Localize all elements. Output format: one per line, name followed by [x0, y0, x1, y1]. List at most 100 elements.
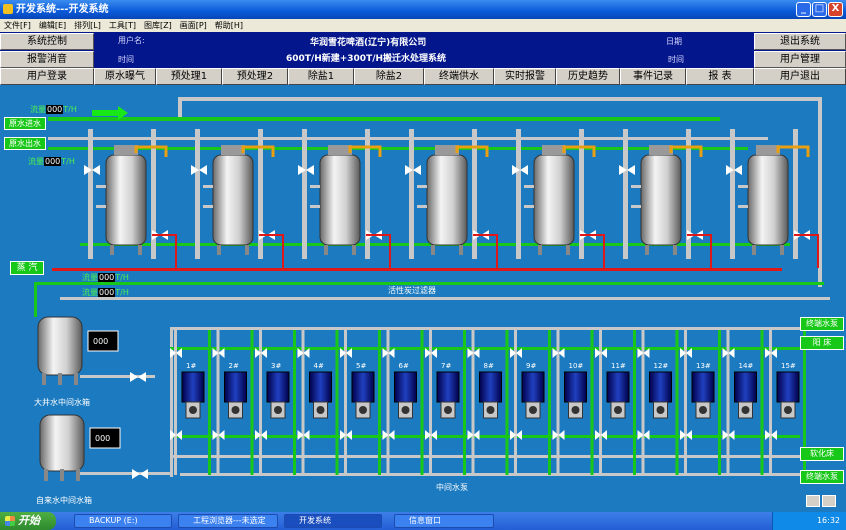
intermediate-pump[interactable] — [467, 330, 509, 475]
intermediate-pump[interactable] — [382, 330, 424, 475]
flow-value-2: 000 — [44, 157, 62, 166]
menu-screen[interactable]: 画面[P] — [176, 19, 211, 32]
flow-value-3: 000 — [98, 273, 116, 282]
flow-unit-3: T/H — [115, 273, 129, 282]
time-label: 时间 — [118, 55, 134, 64]
company-name: 华润雪花啤酒(辽宁)有限公司 — [310, 38, 427, 48]
intermediate-pump[interactable] — [680, 330, 721, 475]
exit-system-button[interactable]: 退出系统 — [754, 33, 846, 50]
start-button[interactable]: 开始 — [0, 512, 56, 530]
nav-desalt-2[interactable]: 除盐2 — [354, 68, 424, 85]
nav-report[interactable]: 报 表 — [686, 68, 754, 85]
intermediate-pump[interactable] — [510, 330, 551, 475]
intermediate-pump[interactable] — [595, 330, 636, 475]
hmi-window: 开发系统---开发系统 _ □ X 文件[F] 编辑[E] 排列[L] 工具[T] 图库… — [0, 0, 846, 530]
nav-event-log[interactable]: 事件记录 — [620, 68, 686, 85]
menu-arrange[interactable]: 排列[L] — [70, 19, 105, 32]
intermediate-pump[interactable] — [637, 330, 679, 475]
pump-number-label: 8# — [483, 362, 494, 370]
task-project-browser[interactable]: 工程浏览器---未选定 — [178, 514, 278, 528]
mid-pump-label: 中间水泵 — [436, 483, 468, 492]
intermediate-pump[interactable] — [722, 330, 764, 475]
windows-logo-icon — [5, 516, 15, 526]
flow-unit-2: T/H — [61, 157, 75, 166]
tank1-value: 000 — [93, 337, 109, 346]
nav-terminal-supply[interactable]: 终端供水 — [424, 68, 494, 85]
flow-label-2: 流量 — [28, 157, 44, 166]
nav-realtime-alarm[interactable]: 实时报警 — [494, 68, 556, 85]
nav-history-trend[interactable]: 历史趋势 — [556, 68, 620, 85]
nav-pretreat-1[interactable]: 预处理1 — [156, 68, 222, 85]
flow-label-3: 流量 — [82, 273, 98, 282]
system-control-button[interactable]: 系统控制 — [0, 33, 94, 50]
maximize-button[interactable]: □ — [812, 2, 827, 17]
terminal-pump-button-2[interactable]: 终端水泵 — [800, 470, 844, 484]
flow-readout-3: 流量000T/H — [82, 272, 129, 283]
task-dev-system[interactable]: 开发系统 — [284, 514, 382, 528]
intermediate-pump[interactable] — [170, 330, 211, 475]
water-tank-1 — [37, 316, 119, 385]
pump-number-label: 15# — [781, 362, 796, 370]
steam-label[interactable]: 蒸 汽 — [10, 261, 44, 275]
tank2-value: 000 — [95, 434, 111, 443]
softener-button[interactable]: 软化床 — [800, 447, 844, 461]
nav-user-logout[interactable]: 用户退出 — [754, 68, 846, 85]
intermediate-pumps — [170, 330, 806, 475]
pump-number-label: 3# — [271, 362, 282, 370]
flow-unit-1: T/H — [63, 105, 77, 114]
scroll-corner-button[interactable] — [806, 495, 820, 507]
pump-number-label: 4# — [313, 362, 324, 370]
app-icon — [3, 4, 13, 14]
menu-edit[interactable]: 编辑[E] — [35, 19, 70, 32]
menu-gallery[interactable]: 图库[Z] — [140, 19, 176, 32]
flow-readout-2: 流量000T/H — [28, 156, 75, 167]
system-tray: 16:32 — [772, 512, 846, 530]
tank1-label: 大井水中间水箱 — [34, 398, 90, 407]
window-title: 开发系统---开发系统 — [16, 4, 109, 15]
alarm-silence-button[interactable]: 报警消音 — [0, 51, 94, 68]
pump-number-label: 6# — [398, 362, 409, 370]
pump-number-label: 12# — [653, 362, 669, 370]
process-diagram — [34, 97, 830, 481]
nav-desalt-1[interactable]: 除盐1 — [288, 68, 354, 85]
clock: 16:32 — [816, 516, 840, 525]
task-backup[interactable]: BACKUP (E:) — [74, 514, 172, 528]
user-management-button[interactable]: 用户管理 — [754, 51, 846, 68]
intermediate-pump[interactable] — [297, 330, 339, 475]
terminal-pump-button[interactable]: 终端水泵 — [800, 317, 844, 331]
intermediate-pump[interactable] — [340, 330, 381, 475]
task-info-window[interactable]: 信息窗口 — [394, 514, 494, 528]
flow-unit-4: T/H — [115, 288, 129, 297]
nav-user-login[interactable]: 用户登录 — [0, 68, 94, 85]
raw-water-out-label[interactable]: 原水出水 — [4, 137, 46, 150]
flow-label-4: 流量 — [82, 288, 98, 297]
menu-file[interactable]: 文件[F] — [0, 19, 35, 32]
pump-number-label: 2# — [228, 362, 239, 370]
scroll-corner-button-2[interactable] — [822, 495, 836, 507]
pump-number-label: 13# — [696, 362, 711, 370]
menu-tools[interactable]: 工具[T] — [105, 19, 140, 32]
intermediate-pump[interactable] — [212, 330, 254, 475]
intermediate-pump[interactable] — [552, 330, 594, 475]
intermediate-pump[interactable] — [255, 330, 296, 475]
process-canvas: 流量000T/H 原水进水 原水出水 流量000T/H 蒸 汽 流量000T/H… — [0, 85, 846, 512]
close-button[interactable]: X — [828, 2, 843, 17]
pump-number-label: 7# — [441, 362, 452, 370]
menu-help[interactable]: 帮助[H] — [211, 19, 247, 32]
time-label-right: 时间 — [668, 55, 684, 64]
taskbar: 开始 BACKUP (E:) 工程浏览器---未选定 开发系统 信息窗口 16:… — [0, 512, 846, 530]
raw-water-in-label[interactable]: 原水进水 — [4, 117, 46, 130]
nav-row: 用户登录 原水曝气 预处理1 预处理2 除盐1 除盐2 终端供水 实时报警 历史… — [0, 68, 846, 85]
flow-label-1: 流量 — [30, 105, 46, 114]
flow-readout-top: 流量000T/H — [30, 104, 77, 115]
cation-bed-button[interactable]: 阳 床 — [800, 336, 844, 350]
water-tank-2 — [39, 414, 121, 481]
pump-number-label: 5# — [356, 362, 367, 370]
flow-value-4: 000 — [98, 288, 116, 297]
pump-number-label: 9# — [526, 362, 537, 370]
minimize-button[interactable]: _ — [796, 2, 811, 17]
nav-raw-aeration[interactable]: 原水曝气 — [94, 68, 156, 85]
nav-pretreat-2[interactable]: 预处理2 — [222, 68, 288, 85]
intermediate-pump[interactable] — [425, 330, 466, 475]
pump-number-label: 14# — [738, 362, 754, 370]
